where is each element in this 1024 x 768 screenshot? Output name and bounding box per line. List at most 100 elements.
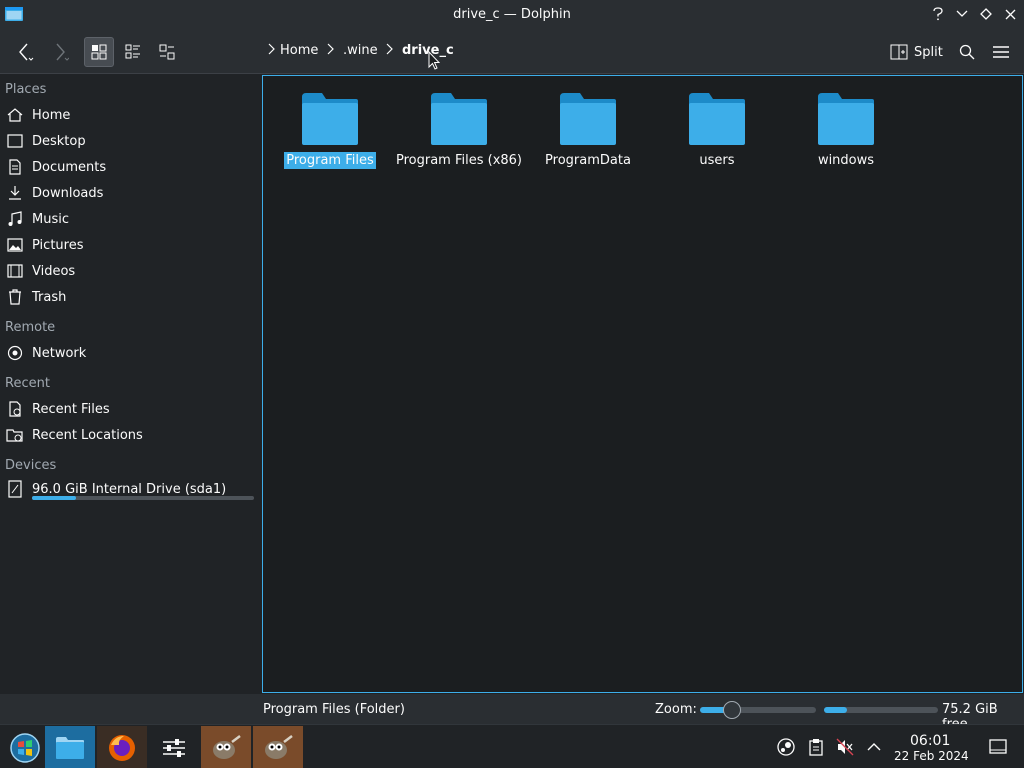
folder-name: Program Files (x86) [395, 153, 523, 168]
zoom-label: Zoom: [655, 702, 697, 717]
sidebar-item-label: Pictures [32, 237, 84, 253]
folder-icon [431, 93, 487, 145]
status-bar: Program Files (Folder) Zoom: 75.2 GiB fr… [0, 694, 1024, 732]
split-view-icon [890, 44, 908, 60]
sidebar-item-label: Home [32, 107, 71, 123]
icons-view-button[interactable] [84, 37, 114, 67]
steam-tray-button[interactable] [776, 737, 796, 757]
settings-sliders-icon [163, 738, 185, 757]
breadcrumb-chevron-icon [327, 43, 334, 55]
split-button[interactable]: Split [886, 37, 947, 67]
section-places: Places [5, 82, 47, 97]
sidebar-item-label: Recent Files [32, 401, 110, 417]
taskbar-firefox[interactable] [97, 726, 147, 768]
recent-files-icon [5, 400, 25, 418]
app-launcher-button[interactable] [0, 726, 50, 768]
sidebar-item-recent-locations[interactable]: Recent Locations [5, 423, 255, 447]
section-remote: Remote [5, 320, 56, 335]
desktop-icon [5, 132, 25, 150]
minimize-icon[interactable] [953, 5, 971, 23]
section-recent: Recent [5, 376, 50, 391]
breadcrumb-chevron-icon [268, 43, 275, 55]
compact-view-icon [159, 44, 175, 60]
back-button[interactable] [10, 37, 40, 67]
taskbar-gimp-2[interactable] [253, 726, 303, 768]
sidebar-item-music[interactable]: Music [5, 207, 255, 231]
sidebar-item-documents[interactable]: Documents [5, 155, 255, 179]
icons-view-icon [91, 44, 107, 60]
firefox-icon [109, 734, 135, 761]
toolbar: Home .wine drive_c Split [0, 29, 1024, 74]
videos-icon [5, 262, 25, 280]
close-icon[interactable] [1001, 5, 1019, 23]
clock-date[interactable]: 22 Feb 2024 [894, 749, 969, 763]
folder-item[interactable]: users [657, 91, 777, 181]
split-label: Split [914, 44, 943, 60]
zoom-slider-handle[interactable] [723, 701, 742, 719]
breadcrumb-wine[interactable]: .wine [343, 43, 378, 58]
sidebar-item-network[interactable]: Network [5, 341, 255, 365]
sidebar-item-home[interactable]: Home [5, 103, 255, 127]
taskbar-settings[interactable] [149, 726, 199, 768]
clipboard-tray-button[interactable] [806, 737, 826, 757]
show-desktop-button[interactable] [988, 737, 1008, 757]
folder-icon [560, 93, 616, 145]
sidebar-item-label: Trash [32, 289, 67, 305]
sidebar-item-videos[interactable]: Videos [5, 259, 255, 283]
show-desktop-icon [989, 739, 1007, 754]
breadcrumb-chevron-icon [386, 43, 393, 55]
sidebar-item-desktop[interactable]: Desktop [5, 129, 255, 153]
taskbar-dolphin[interactable] [45, 726, 95, 768]
sidebar-item-label: Recent Locations [32, 427, 143, 443]
sidebar-item-label: 96.0 GiB Internal Drive (sda1) [32, 481, 227, 497]
places-panel: Places Home Desktop Documents Downloads … [0, 75, 261, 692]
hamburger-menu-icon [993, 46, 1009, 58]
details-view-icon [125, 44, 140, 59]
menu-button[interactable] [986, 37, 1016, 67]
folder-name: windows [817, 153, 875, 168]
folder-name: Program Files [284, 152, 376, 169]
sidebar-item-label: Music [32, 211, 69, 227]
sidebar-item-pictures[interactable]: Pictures [5, 233, 255, 257]
sidebar-item-label: Videos [32, 263, 76, 279]
drive-usage-bar [32, 496, 254, 500]
clock-time[interactable]: 06:01 [910, 733, 950, 749]
taskbar-gimp-1[interactable] [201, 726, 251, 768]
sidebar-item-label: Documents [32, 159, 107, 175]
sidebar-item-label: Downloads [32, 185, 104, 201]
forward-icon [56, 43, 69, 61]
forward-button[interactable] [44, 37, 74, 67]
drive-usage-fill [32, 496, 77, 500]
maximize-icon[interactable] [977, 5, 995, 23]
search-icon [959, 44, 975, 60]
volume-tray-button[interactable] [835, 737, 855, 757]
folder-item[interactable]: Program Files (x86) [396, 91, 522, 181]
free-space-fill [824, 707, 847, 713]
sidebar-item-recent-files[interactable]: Recent Files [5, 397, 255, 421]
tray-expander-button[interactable] [864, 737, 884, 757]
home-icon [5, 106, 25, 124]
clipboard-icon [809, 739, 823, 756]
downloads-icon [5, 184, 25, 202]
sidebar-item-downloads[interactable]: Downloads [5, 181, 255, 205]
folder-item[interactable]: windows [786, 91, 906, 181]
folder-icon [818, 93, 874, 145]
folder-item[interactable]: Program Files [270, 91, 390, 181]
compact-view-button[interactable] [152, 37, 182, 67]
folder-item[interactable]: ProgramData [528, 91, 648, 181]
dolphin-icon [56, 736, 84, 759]
folder-icon [302, 93, 358, 145]
network-icon [5, 344, 25, 362]
sidebar-item-trash[interactable]: Trash [5, 285, 255, 309]
file-view[interactable]: Program Files Program Files (x86) Progra… [262, 75, 1023, 693]
zoom-slider[interactable] [700, 701, 816, 719]
breadcrumb-home[interactable]: Home [280, 43, 318, 58]
chevron-up-icon [867, 743, 881, 751]
free-space-bar [824, 707, 938, 713]
back-icon [19, 43, 34, 61]
launcher-icon [10, 732, 40, 763]
details-view-button[interactable] [118, 37, 148, 67]
search-button[interactable] [952, 37, 982, 67]
help-icon[interactable] [929, 5, 947, 23]
steam-icon [777, 738, 795, 756]
